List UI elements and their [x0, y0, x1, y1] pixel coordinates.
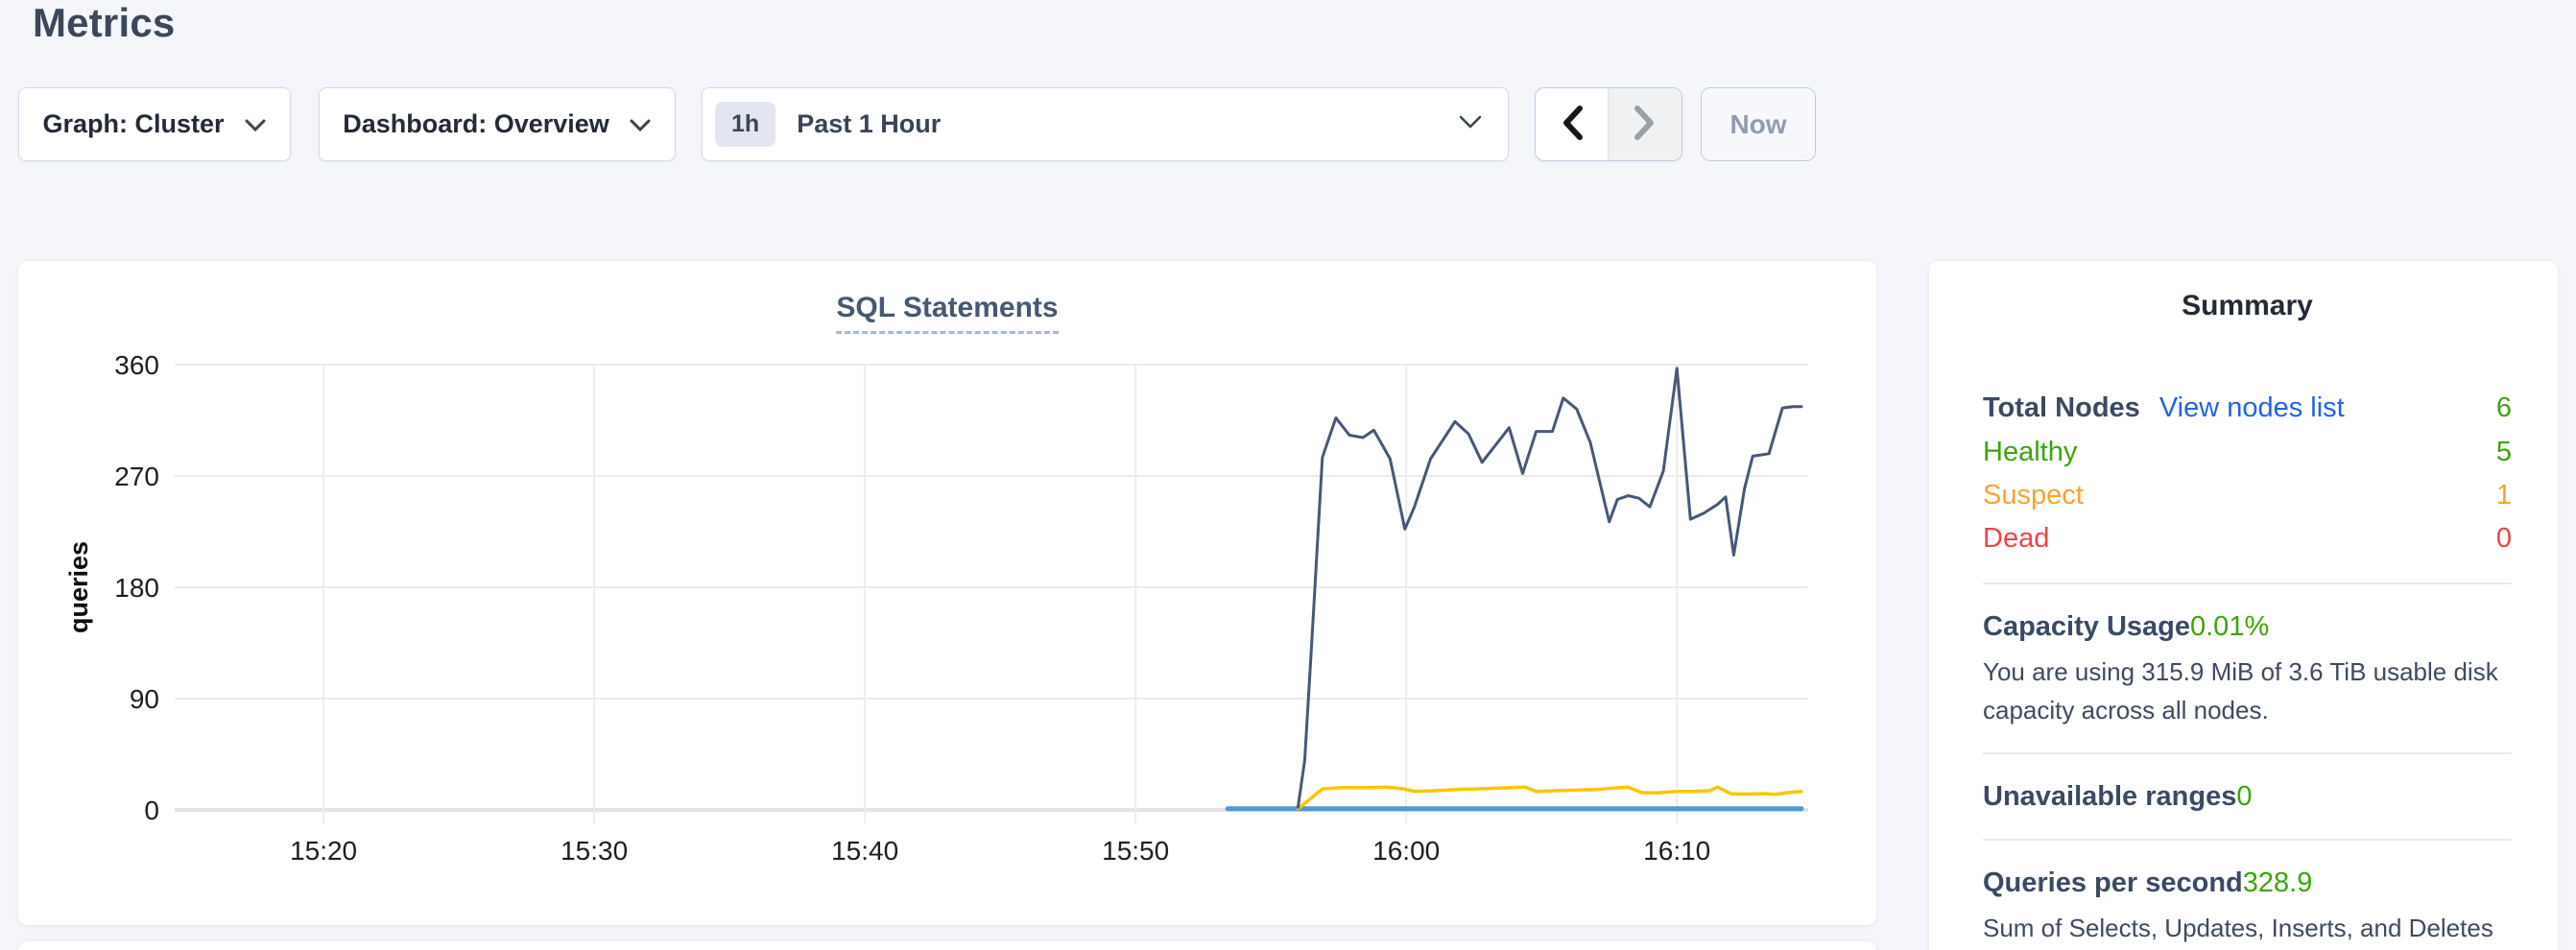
y-tick-label: 0: [144, 796, 159, 825]
dead-value: 0: [2496, 517, 2512, 560]
next-chart-card-partial: [18, 941, 1876, 950]
capacity-usage-description: You are using 315.9 MiB of 3.6 TiB usabl…: [1983, 653, 2512, 730]
x-tick-label: 16:10: [1643, 836, 1710, 866]
x-tick-label: 16:00: [1372, 836, 1440, 866]
graph-dropdown[interactable]: Graph: Cluster: [18, 87, 291, 161]
summary-panel: Summary Total Nodes View nodes list 6 He…: [1929, 261, 2558, 950]
x-tick-label: 15:20: [290, 836, 357, 866]
y-tick-label: 270: [114, 462, 159, 491]
time-window-pager: [1535, 87, 1682, 161]
now-button[interactable]: Now: [1701, 87, 1816, 161]
queries-per-second-description: Sum of Selects, Updates, Inserts, and De…: [1983, 909, 2512, 950]
queries-per-second-value: 328.9: [2243, 863, 2313, 903]
unavailable-ranges-row: Unavailable ranges 0: [1983, 776, 2512, 817]
time-range-badge: 1h: [715, 102, 775, 147]
metrics-toolbar: Graph: Cluster Dashboard: Overview 1h Pa…: [18, 87, 1816, 161]
y-tick-label: 90: [130, 684, 159, 714]
x-tick-label: 15:40: [831, 836, 898, 866]
unavailable-ranges-value: 0: [2236, 776, 2252, 817]
dead-label: Dead: [1983, 517, 2049, 560]
queries-per-second-label: Queries per second: [1983, 863, 2243, 903]
dashboard-dropdown[interactable]: Dashboard: Overview: [319, 87, 676, 161]
healthy-label: Healthy: [1983, 431, 2077, 474]
unavailable-ranges-label: Unavailable ranges: [1983, 776, 2236, 817]
divider: [1983, 582, 2512, 584]
sql-statements-chart-card: SQL Statements 0 90 180 270 360 15:20 15:30 15:…: [18, 261, 1876, 925]
y-tick-label: 360: [114, 350, 159, 380]
capacity-usage-value: 0.01%: [2190, 606, 2269, 647]
page-title: Metrics: [33, 0, 175, 46]
graph-dropdown-label: Graph: Cluster: [42, 109, 224, 139]
dead-nodes-row: Dead 0: [1983, 517, 2512, 560]
total-nodes-label: Total Nodes: [1983, 386, 2140, 431]
prev-time-window-button[interactable]: [1536, 88, 1609, 160]
y-tick-label: 180: [114, 573, 159, 603]
suspect-label: Suspect: [1983, 474, 2084, 517]
total-nodes-row: Total Nodes View nodes list 6: [1983, 386, 2512, 431]
time-range-label: Past 1 Hour: [797, 109, 1437, 139]
chevron-down-icon: [1458, 114, 1483, 134]
chevron-left-icon: [1559, 104, 1586, 145]
healthy-nodes-row: Healthy 5: [1983, 431, 2512, 474]
dashboard-dropdown-label: Dashboard: Overview: [343, 109, 609, 139]
suspect-value: 1: [2496, 474, 2512, 517]
sql-statements-chart: 0 90 180 270 360 15:20 15:30 15:40 15:50 16:00 16:…: [18, 261, 1876, 925]
chevron-down-icon: [629, 109, 652, 139]
y-axis-label: queries: [64, 541, 93, 633]
chart-title[interactable]: SQL Statements: [836, 292, 1058, 334]
total-nodes-value: 6: [2496, 386, 2512, 431]
chevron-down-icon: [244, 109, 267, 139]
x-tick-label: 15:30: [561, 836, 628, 866]
divider: [1983, 839, 2512, 841]
summary-title: Summary: [1983, 290, 2512, 322]
suspect-nodes-row: Suspect 1: [1983, 474, 2512, 517]
view-nodes-list-link[interactable]: View nodes list: [2159, 386, 2345, 431]
capacity-usage-label: Capacity Usage: [1983, 606, 2190, 647]
time-range-picker[interactable]: 1h Past 1 Hour: [702, 87, 1509, 161]
chevron-right-icon: [1632, 104, 1658, 145]
series-yellow: [1298, 787, 1801, 809]
healthy-value: 5: [2496, 431, 2512, 474]
divider: [1983, 752, 2512, 754]
next-time-window-button[interactable]: [1609, 88, 1682, 160]
queries-per-second-section: Queries per second 328.9 Sum of Selects,…: [1983, 863, 2512, 950]
x-tick-label: 15:50: [1102, 836, 1169, 866]
capacity-usage-section: Capacity Usage 0.01% You are using 315.9…: [1983, 606, 2512, 730]
